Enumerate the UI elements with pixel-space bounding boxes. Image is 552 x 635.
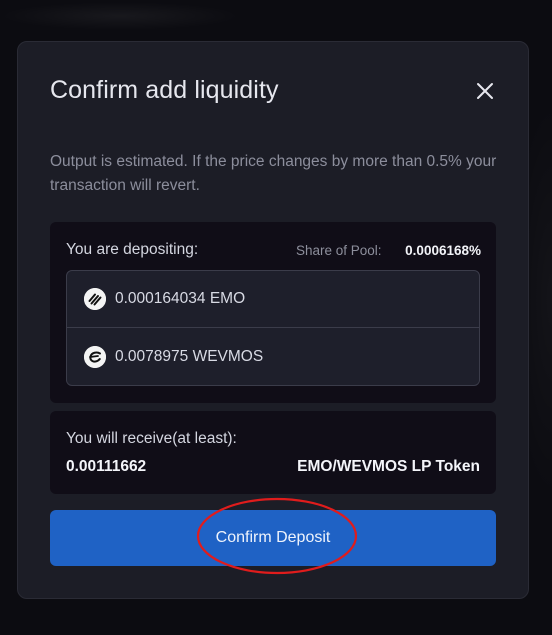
modal-title: Confirm add liquidity xyxy=(50,76,279,104)
deposit-token-list: 0.000164034 EMO 0.0078975 WEVMOS xyxy=(66,270,480,386)
share-of-pool-value: 0.0006168% xyxy=(405,243,481,258)
wevmos-token-icon xyxy=(84,345,106,368)
share-of-pool-label: Share of Pool: xyxy=(296,243,382,258)
deposit-token-row-emo: 0.000164034 EMO xyxy=(67,271,479,328)
confirm-liquidity-modal: Confirm add liquidity Output is estimate… xyxy=(17,41,529,599)
receive-panel: You will receive(at least): 0.00111662 E… xyxy=(50,411,496,494)
depositing-label: You are depositing: xyxy=(66,241,199,258)
deposit-amount-emo: 0.000164034 EMO xyxy=(115,290,246,307)
deposit-token-row-wevmos: 0.0078975 WEVMOS xyxy=(67,328,479,385)
receive-token-name: EMO/WEVMOS LP Token xyxy=(297,458,480,475)
receive-amount: 0.00111662 xyxy=(66,458,147,475)
confirm-deposit-label: Confirm Deposit xyxy=(215,529,331,546)
close-icon xyxy=(477,83,493,99)
receive-label: You will receive(at least): xyxy=(66,430,237,447)
close-button[interactable] xyxy=(474,80,496,102)
deposit-panel: You are depositing: Share of Pool: 0.000… xyxy=(50,222,496,403)
confirm-deposit-button[interactable]: Confirm Deposit xyxy=(50,510,496,566)
emo-token-icon xyxy=(84,288,106,310)
deposit-amount-wevmos: 0.0078975 WEVMOS xyxy=(115,347,264,365)
estimate-notice: Output is estimated. If the price change… xyxy=(50,153,497,194)
